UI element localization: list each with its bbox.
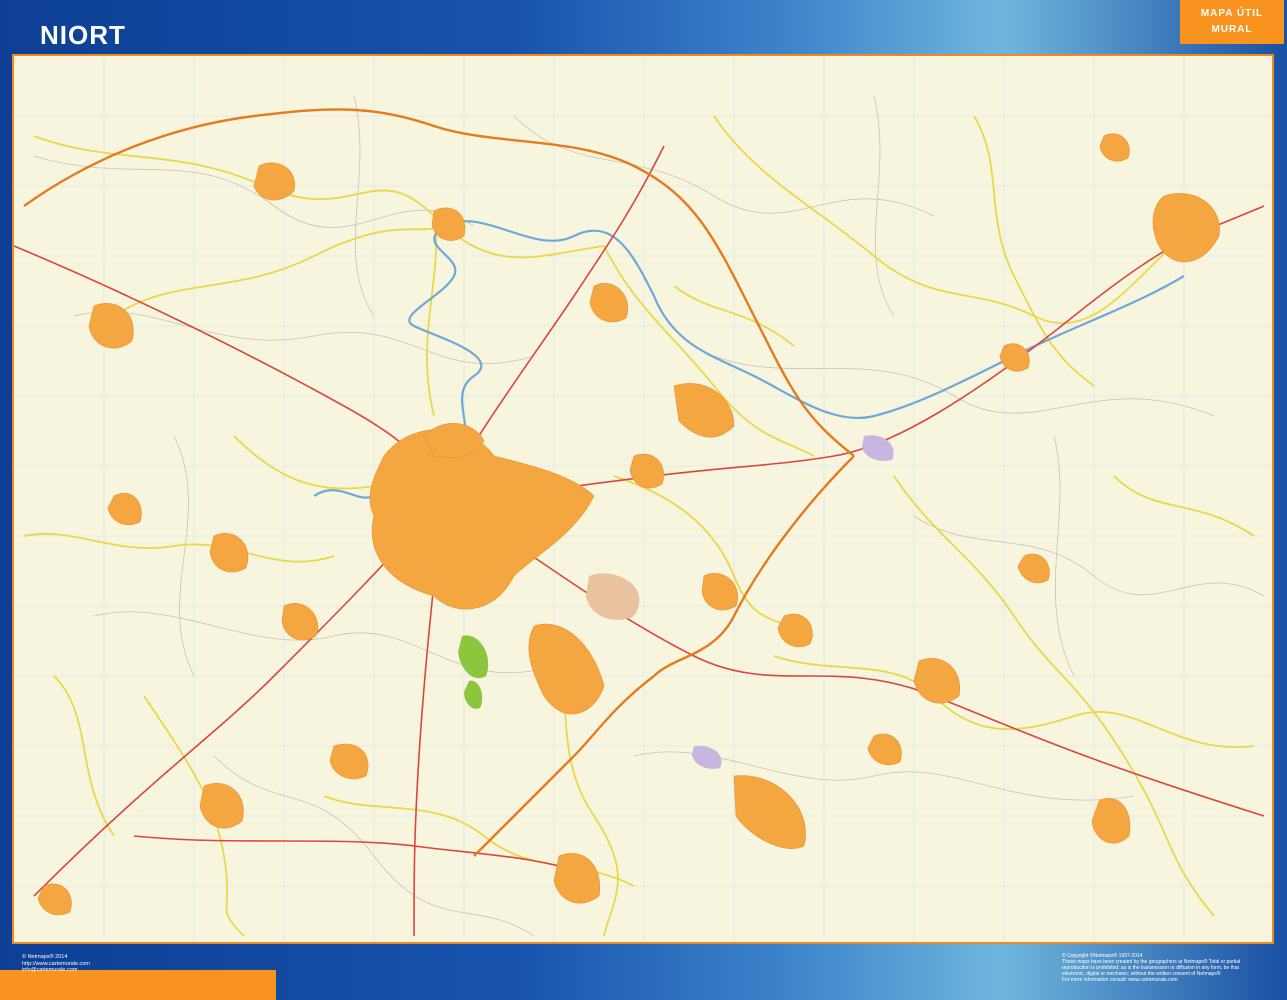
main-roads xyxy=(14,145,1265,937)
niort-city-area xyxy=(369,429,595,610)
copyright-line: For more information consult: www.cartem… xyxy=(1062,977,1178,983)
street-map[interactable] xyxy=(12,54,1274,944)
map-title: NIORT xyxy=(40,20,126,50)
footer-credits-left: © Netmaps® 2014 http://www.cartemurale.c… xyxy=(22,954,90,974)
map-canvas xyxy=(14,56,1272,942)
badge-line-2: MURAL xyxy=(1211,24,1253,35)
map-badge: MAPA ÚTIL MURAL xyxy=(1180,0,1284,44)
credit-line[interactable]: info@cartemurale.com xyxy=(22,967,90,974)
badge-line-1: MAPA ÚTIL xyxy=(1200,8,1264,19)
footer-band xyxy=(0,970,276,1000)
footer-copyright: © Copyright ©Netmaps® 1997-2014 These ma… xyxy=(1062,953,1277,983)
